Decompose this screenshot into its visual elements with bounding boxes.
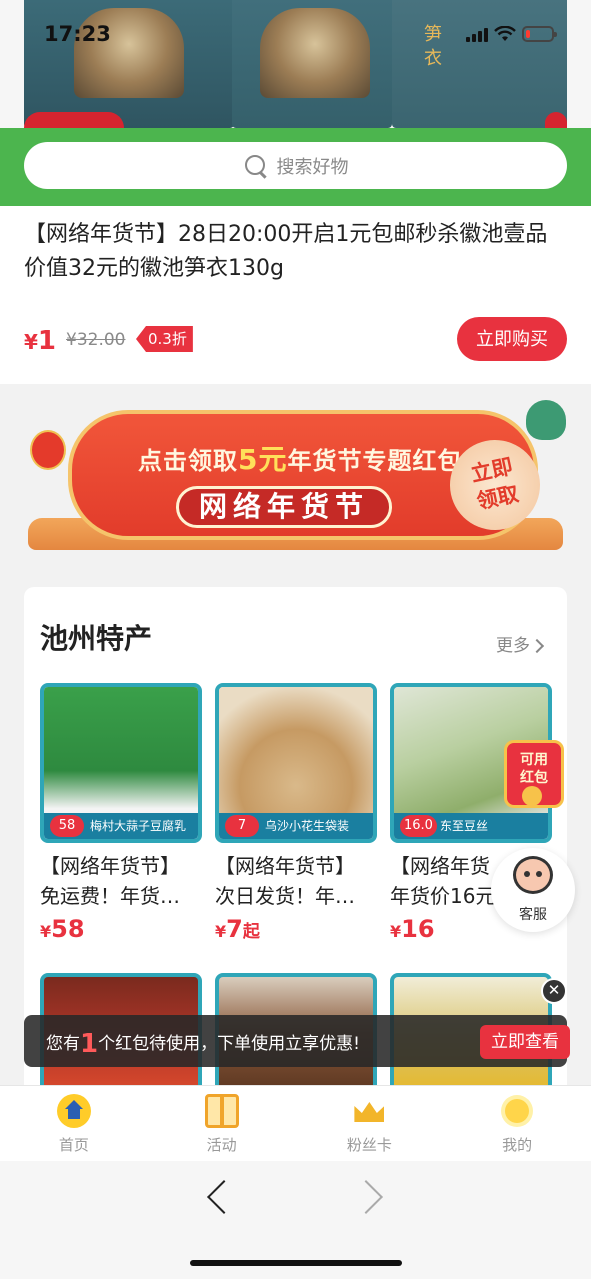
sun-icon (500, 1094, 534, 1128)
home-icon (56, 1094, 91, 1128)
search-placeholder: 搜索好物 (276, 156, 349, 178)
tab-mine[interactable]: 我的 (443, 1086, 591, 1161)
price-value: 1 (37, 326, 57, 356)
available-redpacket-button[interactable]: 可用 红包 (500, 740, 572, 810)
product-card[interactable]: 乌沙小花生袋装 7 【网络年货节】 次日发货！年… ¥7起 (215, 683, 377, 943)
redpacket-toast: 您有1个红包待使用，下单使用立享优惠! 立即查看 (24, 1015, 570, 1067)
tab-label: 粉丝卡 (346, 1136, 392, 1154)
product-title: 【网络年货节】28日20:00开启1元包邮秒杀徽池壹品价值32元的徽池笋衣130… (24, 222, 548, 281)
status-time: 17:23 (44, 22, 111, 46)
toast-message: 您有1个红包待使用，下单使用立享优惠! (46, 1029, 360, 1059)
image-price-tag: 58 (50, 815, 84, 837)
home-indicator (190, 1260, 402, 1266)
close-icon[interactable]: ✕ (541, 978, 567, 1004)
service-label: 客服 (519, 907, 547, 923)
hero-gift-box-right: 笋 衣 (392, 0, 567, 128)
coin-icon (522, 786, 542, 806)
product-card-price: ¥58 (40, 915, 85, 943)
currency-symbol: ¥ (24, 330, 38, 354)
banner-headline: 点击领取5元年货节专题红包 (138, 443, 463, 476)
status-icons (466, 26, 557, 42)
product-name-line1: 【网络年货节】 (215, 854, 355, 878)
search-icon (243, 153, 269, 179)
hero-box-window (260, 8, 370, 98)
tab-activity[interactable]: 活动 (148, 1086, 296, 1161)
lantern-icon (30, 430, 66, 470)
back-arrow-icon[interactable] (207, 1180, 241, 1214)
chevron-right-icon (529, 638, 545, 654)
tab-label: 我的 (502, 1136, 533, 1154)
product-card[interactable]: 梅村大蒜子豆腐乳 58 【网络年货节】 免运费！年货… ¥58 (40, 683, 202, 943)
signal-icon (466, 26, 488, 42)
original-price: ¥32.00 (66, 330, 126, 350)
bottom-tab-bar: 首页 活动 粉丝卡 我的 (0, 1085, 591, 1161)
image-price-tag: 16.0 (400, 815, 437, 837)
red-packet-banner[interactable]: 点击领取5元年货节专题红包 网络年货节 立即 领取 (28, 400, 566, 552)
battery-icon (522, 26, 557, 42)
hero-box-char: 衣 (424, 48, 442, 69)
product-image: 乌沙小花生袋装 7 (215, 683, 377, 843)
tab-label: 首页 (58, 1136, 89, 1154)
product-name-line2: 次日发货！年… (215, 884, 355, 908)
customer-service-button[interactable]: 客服 (491, 848, 575, 932)
gift-icon (204, 1094, 239, 1128)
service-avatar-icon (513, 856, 553, 894)
wifi-icon (494, 26, 516, 41)
section-title: 池州特产 (40, 622, 153, 655)
tab-fan-card[interactable]: 粉丝卡 (296, 1086, 444, 1161)
banner-title: 网络年货节 (176, 486, 393, 528)
more-link[interactable]: 更多 (496, 631, 545, 656)
hero-red-ribbon (545, 112, 567, 128)
search-input[interactable]: 搜索好物 (24, 142, 567, 189)
hero-gift-box-middle (232, 0, 392, 128)
tab-label: 活动 (206, 1136, 237, 1154)
toast-count: 1 (80, 1029, 99, 1059)
search-bar-container: 搜索好物 (0, 128, 591, 206)
banner-amount: 5元 (238, 443, 288, 476)
tab-home[interactable]: 首页 (0, 1086, 148, 1161)
hero-red-ribbon (24, 112, 124, 128)
discount-badge: 0.3折 (136, 326, 193, 352)
hero-image: 笋 衣 (0, 0, 591, 128)
product-name-line1: 【网络年货节】 (40, 854, 180, 878)
product-image: 梅村大蒜子豆腐乳 58 (40, 683, 202, 843)
crown-icon (352, 1094, 386, 1128)
battery-fill (526, 30, 530, 38)
product-card-price: ¥7起 (215, 915, 260, 943)
product-info: 【网络年货节】28日20:00开启1元包邮秒杀徽池壹品价值32元的徽池笋衣130… (0, 206, 591, 384)
browser-nav-bar (0, 1161, 591, 1279)
product-price: ¥1 (24, 326, 56, 356)
forward-arrow-icon[interactable] (349, 1180, 383, 1214)
product-name-line2: 免运费！年货… (40, 884, 180, 908)
pine-tree-icon (526, 400, 566, 440)
hero-box-char: 笋 (424, 24, 442, 45)
image-price-tag: 7 (225, 815, 259, 837)
hero-gift-box-left (24, 0, 234, 128)
view-now-button[interactable]: 立即查看 (480, 1025, 570, 1059)
buy-now-button[interactable]: 立即购买 (457, 317, 567, 361)
